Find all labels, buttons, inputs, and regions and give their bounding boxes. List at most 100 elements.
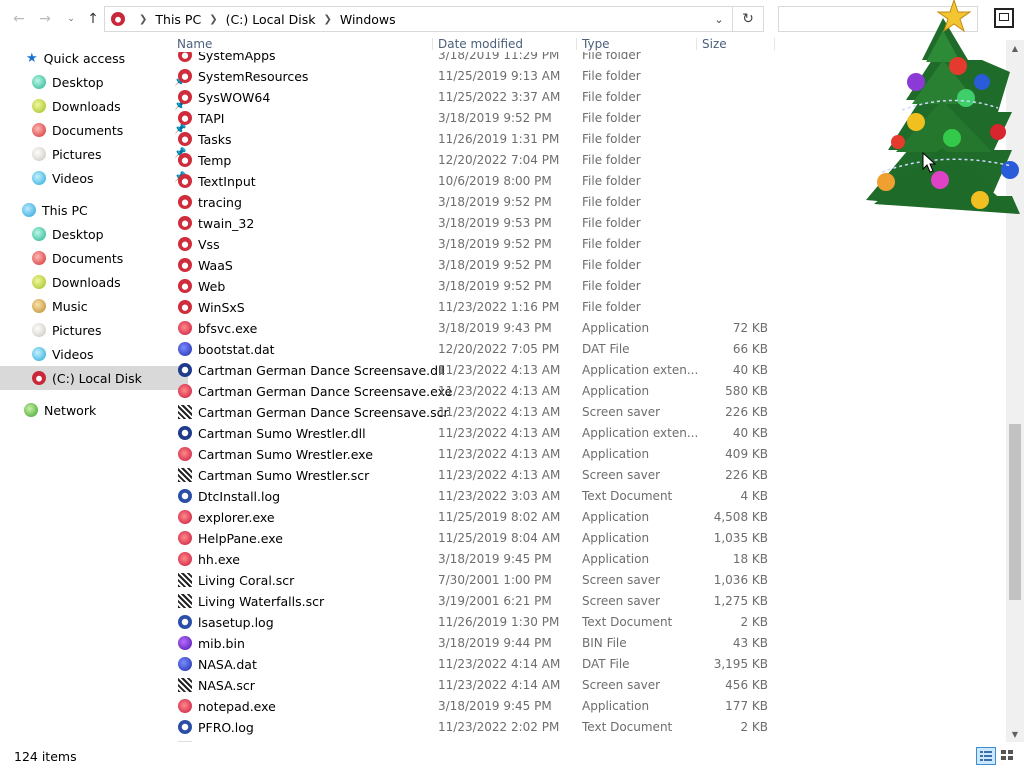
screensaver-icon — [178, 405, 192, 419]
scroll-thumb[interactable] — [1009, 424, 1021, 600]
nav-this-pc[interactable]: This PC — [0, 198, 178, 222]
file-row[interactable]: twain_32 3/18/2019 9:53 PM File folder — [176, 213, 776, 234]
breadcrumb-separator: ❯ — [323, 13, 332, 25]
folder-ornament-icon — [178, 174, 192, 188]
file-row[interactable]: TextInput 10/6/2019 8:00 PM File folder — [176, 171, 776, 192]
file-date: 3/18/2019 9:53 PM — [438, 216, 552, 230]
file-size: 409 KB — [725, 447, 768, 461]
file-row[interactable]: Web 3/18/2019 9:52 PM File folder — [176, 276, 776, 297]
dll-icon — [178, 426, 192, 440]
file-name: hh.exe — [198, 552, 240, 567]
column-divider[interactable] — [432, 38, 433, 50]
file-row[interactable]: HelpPane.exe 11/25/2019 8:04 AM Applicatio… — [176, 528, 776, 549]
file-row[interactable]: notepad.exe 3/18/2019 9:45 PM Application 1… — [176, 696, 776, 717]
file-type: File folder — [582, 279, 641, 293]
nav-label: Pictures — [52, 146, 102, 162]
breadcrumb-windows[interactable]: Windows — [340, 12, 396, 27]
back-arrow-icon[interactable]: ← — [8, 8, 30, 30]
file-type: Application — [582, 447, 650, 461]
file-row[interactable]: Vss 3/18/2019 9:52 PM File folder — [176, 234, 776, 255]
application-icon — [178, 552, 192, 566]
file-row[interactable]: bfsvc.exe 3/18/2019 9:43 PM Application 72 … — [176, 318, 776, 339]
file-row[interactable]: SysWOW64 11/25/2022 3:37 AM File folder — [176, 87, 776, 108]
file-row[interactable]: Tasks 11/26/2019 1:31 PM File folder — [176, 129, 776, 150]
breadcrumb-this-pc[interactable]: This PC — [155, 12, 201, 27]
file-row[interactable]: Cartman German Dance Screensave.exe 11/23… — [176, 381, 776, 402]
file-size: 226 KB — [725, 468, 768, 482]
folder-ornament-icon — [178, 153, 192, 167]
address-dropdown-icon[interactable]: ⌄ — [706, 7, 732, 31]
file-row[interactable]: SystemResources 11/25/2019 9:13 AM File fo… — [176, 66, 776, 87]
file-row[interactable]: Living Coral.scr 7/30/2001 1:00 PM Screen … — [176, 570, 776, 591]
file-row[interactable]: NASA.scr 11/23/2022 4:14 AM Screen saver 45… — [176, 675, 776, 696]
folder-ornament-icon — [178, 52, 192, 62]
file-row[interactable]: Cartman Sumo Wrestler.dll 11/23/2022 4:13… — [176, 423, 776, 444]
file-row[interactable]: Living Waterfalls.scr 3/19/2001 6:21 PM Sc… — [176, 591, 776, 612]
file-type: File folder — [582, 132, 641, 146]
file-date: 11/23/2022 4:13 AM — [438, 447, 561, 461]
file-date: 3/18/2019 9:52 PM — [438, 195, 552, 209]
file-type: Screen saver — [582, 678, 661, 692]
scroll-down-icon[interactable]: ▼ — [1010, 730, 1020, 739]
file-type: File folder — [582, 111, 641, 125]
column-divider[interactable] — [774, 38, 775, 50]
application-icon — [178, 510, 192, 524]
file-name: Cartman Sumo Wrestler.exe — [198, 447, 373, 462]
column-header-type[interactable]: Type — [582, 36, 610, 52]
file-row[interactable]: Cartman German Dance Screensave.scr 11/23… — [176, 402, 776, 423]
nav-network[interactable]: Network — [0, 398, 180, 422]
file-row[interactable]: DtcInstall.log 11/23/2022 3:03 AM Text Doc… — [176, 486, 776, 507]
file-row[interactable]: PFRO.log 11/23/2022 2:02 PM Text Document 2… — [176, 717, 776, 738]
file-row[interactable]: WaaS 3/18/2019 9:52 PM File folder — [176, 255, 776, 276]
column-header-size[interactable]: Size — [702, 36, 727, 52]
file-row[interactable]: Cartman Sumo Wrestler.scr 11/23/2022 4:13… — [176, 465, 776, 486]
file-size: 4,508 KB — [713, 510, 768, 524]
file-row[interactable]: tracing 3/18/2019 9:52 PM File folder — [176, 192, 776, 213]
file-row[interactable]: WinSxS 11/23/2022 1:16 PM File folder — [176, 297, 776, 318]
nav-label: Documents — [52, 250, 124, 266]
file-row[interactable]: bootstat.dat 12/20/2022 7:05 PM DAT File 66… — [176, 339, 776, 360]
file-name: Cartman Sumo Wrestler.scr — [198, 468, 370, 483]
file-row[interactable]: mib.bin 3/18/2019 9:44 PM BIN File 43 KB — [176, 633, 776, 654]
details-view-icon[interactable] — [976, 747, 996, 765]
file-row[interactable]: NASA.dat 11/23/2022 4:14 AM DAT File 3,195 … — [176, 654, 776, 675]
file-name: Living Waterfalls.scr — [198, 594, 325, 609]
forward-arrow-icon[interactable]: → — [34, 8, 56, 30]
recent-locations-chevron-icon[interactable]: ⌄ — [60, 8, 82, 30]
file-row[interactable]: TAPI 3/18/2019 9:52 PM File folder — [176, 108, 776, 129]
address-bar[interactable]: ❯ This PC ❯ (C:) Local Disk ❯ Windows ⌄ … — [104, 6, 764, 32]
file-name: WinSxS — [198, 300, 245, 315]
file-type: Screen saver — [582, 594, 661, 608]
column-divider[interactable] — [696, 38, 697, 50]
file-type: Application — [582, 552, 650, 566]
file-row[interactable]: lsasetup.log 11/26/2019 1:30 PM Text Docum… — [176, 612, 776, 633]
application-icon — [178, 531, 192, 545]
file-row[interactable]: Temp 12/20/2022 7:04 PM File folder — [176, 150, 776, 171]
file-row[interactable]: Professional.xml 3/18/2019 9:46 PM XML Fil… — [176, 738, 776, 742]
file-row[interactable]: Cartman German Dance Screensave.dll 11/23… — [176, 360, 776, 381]
file-size: 1,036 KB — [713, 573, 768, 587]
file-row[interactable]: SystemApps 3/18/2019 11:29 PM File folder — [176, 52, 776, 66]
refresh-icon[interactable]: ↻ — [732, 7, 763, 31]
file-date: 3/18/2019 9:52 PM — [438, 237, 552, 251]
column-divider[interactable] — [576, 38, 577, 50]
column-header-date[interactable]: Date modified — [438, 36, 523, 52]
file-type: Application exten... — [582, 426, 699, 440]
large-icons-view-icon[interactable] — [998, 747, 1018, 765]
breadcrumb-local-disk[interactable]: (C:) Local Disk — [226, 12, 316, 27]
file-date: 11/25/2022 3:37 AM — [438, 90, 561, 104]
file-date: 11/23/2022 4:13 AM — [438, 384, 561, 398]
file-date: 3/18/2019 9:43 PM — [438, 321, 552, 335]
file-row[interactable]: Cartman Sumo Wrestler.exe 11/23/2022 4:13… — [176, 444, 776, 465]
column-header-name[interactable]: Name — [177, 36, 212, 52]
file-name: Professional.xml — [198, 741, 300, 742]
nav-label: Network — [44, 402, 97, 418]
file-date: 3/18/2019 9:52 PM — [438, 279, 552, 293]
file-name: mib.bin — [198, 636, 245, 651]
up-arrow-icon[interactable]: ↑ — [82, 8, 104, 30]
file-size: 1,035 KB — [713, 531, 768, 545]
nav-quick-access[interactable]: ★ Quick access — [0, 46, 182, 70]
file-row[interactable]: hh.exe 3/18/2019 9:45 PM Application 18 KB — [176, 549, 776, 570]
file-row[interactable]: explorer.exe 11/25/2019 8:02 AM Applicatio… — [176, 507, 776, 528]
file-date: 11/23/2022 3:03 AM — [438, 489, 561, 503]
